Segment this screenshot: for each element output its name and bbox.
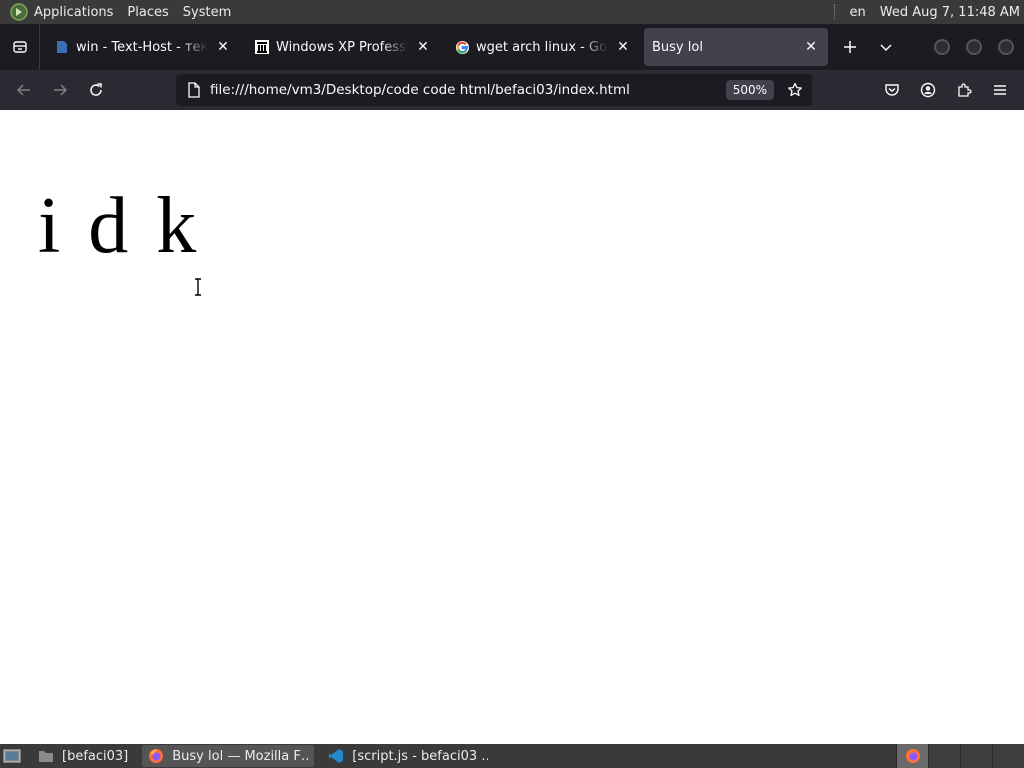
- workspace-2[interactable]: [928, 744, 960, 768]
- tab-title: wget arch linux - Goog: [476, 39, 608, 55]
- text-cursor-icon: [193, 278, 203, 300]
- menu-system[interactable]: System: [183, 5, 231, 20]
- account-button[interactable]: [910, 74, 946, 106]
- bookmark-star-icon[interactable]: [782, 77, 808, 103]
- forward-button[interactable]: [42, 74, 78, 106]
- panel-separator: [833, 4, 836, 20]
- chevron-down-icon: [880, 44, 892, 52]
- close-tab-icon[interactable]: ✕: [214, 38, 232, 56]
- arrow-left-icon: [16, 84, 30, 96]
- taskbar: [befaci03] Busy lol — Mozilla F… [script…: [0, 744, 1024, 768]
- tab-text-host[interactable]: win - Text-Host - текс ✕: [40, 24, 240, 70]
- tab-title: Busy lol: [652, 39, 703, 55]
- close-tab-icon[interactable]: ✕: [614, 38, 632, 56]
- tab-strip: win - Text-Host - текс ✕ Windows XP Prof…: [0, 24, 1024, 70]
- reload-icon: [90, 83, 102, 96]
- task-label: [script.js - befaci03 …: [352, 748, 489, 764]
- firefox-icon: [148, 748, 164, 764]
- firefox-view-icon: [12, 41, 27, 53]
- reload-button[interactable]: [78, 74, 114, 106]
- account-icon: [920, 82, 936, 98]
- tab-title: Windows XP Professio: [276, 39, 408, 55]
- keyboard-layout-indicator[interactable]: en: [850, 5, 866, 20]
- top-panel: Applications Places System en Wed Aug 7,…: [0, 0, 1024, 24]
- show-desktop-icon: [3, 749, 21, 763]
- toolbar-right-tools: [874, 74, 1018, 106]
- url-text[interactable]: file:///home/vm3/Desktop/code code html/…: [210, 82, 726, 98]
- pocket-button[interactable]: [874, 74, 910, 106]
- extensions-button[interactable]: [946, 74, 982, 106]
- menu-places[interactable]: Places: [127, 5, 168, 20]
- back-button[interactable]: [6, 74, 42, 106]
- url-bar[interactable]: file:///home/vm3/Desktop/code code html/…: [176, 74, 812, 106]
- task-vscode[interactable]: [script.js - befaci03 …: [322, 745, 494, 767]
- firefox-icon: [905, 749, 920, 763]
- workspace-1[interactable]: [896, 744, 928, 768]
- zoom-level-button[interactable]: 500%: [725, 80, 774, 100]
- google-g-icon: [454, 39, 470, 55]
- vscode-icon: [328, 748, 344, 764]
- new-tab-button[interactable]: [832, 24, 868, 70]
- task-firefox[interactable]: Busy lol — Mozilla F…: [142, 745, 315, 767]
- minimize-button[interactable]: [934, 39, 950, 55]
- navigation-toolbar: file:///home/vm3/Desktop/code code html/…: [0, 70, 1024, 110]
- folder-icon: [38, 748, 54, 764]
- hamburger-menu-icon: [994, 85, 1006, 95]
- arrow-right-icon: [54, 84, 68, 96]
- page-document-icon[interactable]: [184, 80, 204, 100]
- maximize-button[interactable]: [966, 39, 982, 55]
- workspace-switcher: [896, 744, 1024, 768]
- tab-title: win - Text-Host - текс: [76, 39, 208, 55]
- clock[interactable]: Wed Aug 7, 11:48 AM: [880, 5, 1020, 20]
- pocket-icon: [885, 84, 899, 96]
- close-tab-icon[interactable]: ✕: [802, 38, 820, 56]
- tab-google-search[interactable]: wget arch linux - Goog ✕: [440, 24, 640, 70]
- show-desktop-button[interactable]: [0, 744, 24, 768]
- plus-icon: [844, 41, 856, 53]
- workspace-3[interactable]: [960, 744, 992, 768]
- mate-menu-logo-icon[interactable]: [9, 2, 29, 22]
- page-text: i d k: [38, 182, 201, 270]
- menu-applications[interactable]: Applications: [34, 5, 113, 20]
- close-window-button[interactable]: [998, 39, 1014, 55]
- list-all-tabs-button[interactable]: [868, 24, 904, 70]
- task-file-manager[interactable]: [befaci03]: [32, 745, 134, 767]
- tab-windows-xp[interactable]: Windows XP Professio ✕: [240, 24, 440, 70]
- page-viewport: i d k: [0, 110, 1024, 744]
- task-label: Busy lol — Mozilla F…: [172, 748, 309, 764]
- workspace-4[interactable]: [992, 744, 1024, 768]
- app-menu-button[interactable]: [982, 74, 1018, 106]
- tab-busy-lol[interactable]: Busy lol ✕: [644, 28, 828, 66]
- close-tab-icon[interactable]: ✕: [414, 38, 432, 56]
- task-label: [befaci03]: [62, 748, 129, 764]
- window-controls: [918, 39, 1014, 55]
- page-blue-icon: [54, 39, 70, 55]
- archive-museum-icon: [254, 39, 270, 55]
- firefox-view-button[interactable]: [0, 24, 40, 70]
- puzzle-piece-icon: [958, 83, 972, 97]
